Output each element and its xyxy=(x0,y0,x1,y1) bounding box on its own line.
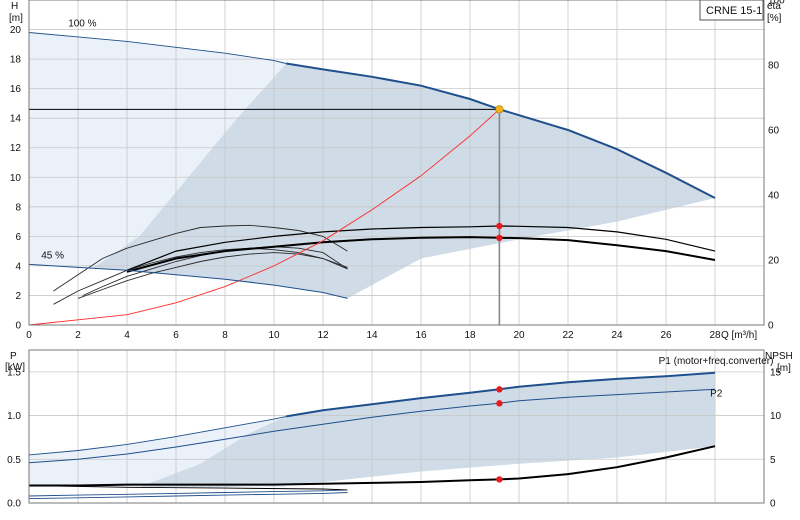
x-tick-label: 24 xyxy=(611,330,623,341)
x-tick-label: 6 xyxy=(173,330,179,341)
right-tick-label: 40 xyxy=(768,191,780,202)
y-tick-label: 8 xyxy=(15,202,21,213)
x-tick-label: 26 xyxy=(660,330,672,341)
right-tick-label: 5 xyxy=(770,455,776,466)
y-tick-label: 0.5 xyxy=(7,455,21,466)
y-tick-label: 2 xyxy=(15,291,21,302)
x-tick-label: 18 xyxy=(464,330,476,341)
right-tick-label: 20 xyxy=(768,256,780,267)
x-tick-label: 2 xyxy=(75,330,81,341)
y-tick-label: 10 xyxy=(10,173,22,184)
y-tick-label: 18 xyxy=(10,55,22,66)
right-tick-label: 0 xyxy=(768,321,774,332)
y-tick-label: 20 xyxy=(10,25,22,36)
right-axis-name: eta xyxy=(767,1,781,12)
x-tick-label: 8 xyxy=(222,330,228,341)
y-tick-label: 0.0 xyxy=(7,499,21,510)
pump-curve-chart: 024681012141618200 2 4 6 8 10 12 14 16 18 20 22 24 26… xyxy=(5,0,793,510)
x-tick-label: 0 xyxy=(26,330,32,341)
right-axis-unit: [m] xyxy=(777,363,791,374)
chart-layer xyxy=(28,0,765,504)
y-tick-label: 4 xyxy=(15,261,21,272)
right-tick-label: 60 xyxy=(768,126,780,137)
x-tick-label: 22 xyxy=(562,330,574,341)
operating-marker xyxy=(496,400,503,407)
y-axis-name: P xyxy=(10,351,17,362)
right-axis-unit: [%] xyxy=(767,13,782,24)
right-tick-label: 80 xyxy=(768,61,780,72)
x-tick-label: 14 xyxy=(366,330,378,341)
y-axis-unit: [kW] xyxy=(5,362,25,373)
y-axis-name: H xyxy=(11,1,18,12)
curve-label: P2 xyxy=(710,388,723,399)
operating-marker xyxy=(496,476,503,483)
curve-label: P1 (motor+freq.converter) xyxy=(659,356,774,367)
title-box-text: CRNE 15-1 xyxy=(706,5,762,17)
right-tick-label: 0 xyxy=(770,499,776,510)
operating-marker xyxy=(496,234,503,242)
x-tick-label: 20 xyxy=(513,330,525,341)
y-tick-label: 1.0 xyxy=(7,411,21,422)
y-tick-label: 6 xyxy=(15,232,21,243)
power-panel xyxy=(28,349,765,504)
right-tick-label: 10 xyxy=(770,411,782,422)
y-tick-label: 0 xyxy=(15,321,21,332)
x-tick-label: 12 xyxy=(317,330,329,341)
operating-marker xyxy=(496,386,503,393)
x-tick-label: 28 xyxy=(709,330,721,341)
y-tick-label: 12 xyxy=(10,143,22,154)
y-tick-label: 14 xyxy=(10,114,22,125)
y-axis-unit: [m] xyxy=(9,13,23,24)
x-tick-label: 4 xyxy=(124,330,130,341)
curve-label: 45 % xyxy=(41,251,64,262)
p1-min-speed-curve xyxy=(28,489,348,497)
y-tick-label: 16 xyxy=(10,84,22,95)
x-tick-label: 16 xyxy=(415,330,427,341)
x-tick-label: 10 xyxy=(268,330,280,341)
operating-marker xyxy=(496,222,503,230)
x-axis-label: Q [m³/h] xyxy=(721,330,757,341)
head-panel xyxy=(28,0,765,326)
duty-point-marker xyxy=(495,105,504,114)
curve-label: 100 % xyxy=(68,19,96,30)
